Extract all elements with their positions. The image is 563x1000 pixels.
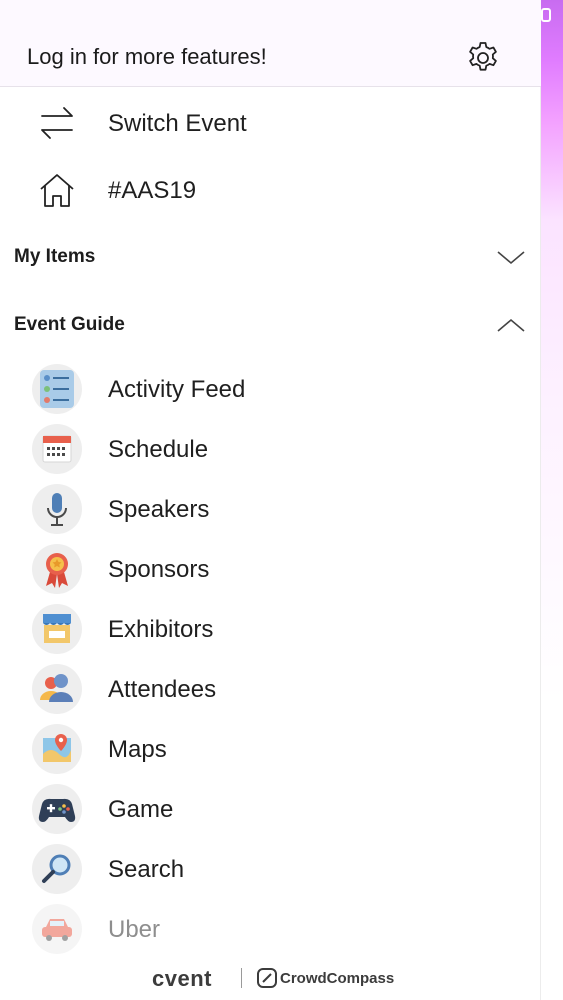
guide-item-label: Uber [108, 916, 161, 943]
crowdcompass-logo-icon [257, 968, 277, 988]
guide-item-maps[interactable]: Maps [0, 718, 541, 778]
guide-item-sponsors[interactable]: Sponsors [0, 538, 541, 598]
my-items-section-header[interactable]: My Items [0, 232, 541, 282]
navigation-drawer: Log in for more features! Switch Event #… [0, 0, 541, 1000]
guide-item-label: Sponsors [108, 556, 210, 583]
gear-icon[interactable] [465, 40, 501, 76]
magnifier-icon [32, 844, 82, 894]
guide-item-exhibitors[interactable]: Exhibitors [0, 598, 541, 658]
crowdcompass-logo: CrowdCompass [280, 970, 395, 987]
event-home-label: #AAS19 [108, 177, 197, 204]
guide-item-attendees[interactable]: Attendees [0, 658, 541, 718]
status-indicator [541, 8, 551, 22]
booth-icon [32, 604, 82, 654]
guide-item-schedule[interactable]: Schedule [0, 418, 541, 478]
guide-item-uber[interactable]: Uber [0, 898, 541, 958]
guide-item-label: Schedule [108, 436, 209, 463]
gamepad-icon [32, 784, 82, 834]
background-app-strip[interactable] [541, 0, 563, 1000]
calendar-icon [32, 424, 82, 474]
switch-event-item[interactable]: Switch Event [0, 90, 541, 154]
activity-feed-icon [32, 364, 82, 414]
chevron-up-icon [497, 318, 525, 332]
guide-item-speakers[interactable]: Speakers [0, 478, 541, 538]
guide-item-label: Game [108, 796, 174, 823]
login-prompt[interactable]: Log in for more features! [27, 44, 267, 70]
drawer-header: Log in for more features! [0, 0, 541, 87]
event-home-item[interactable]: #AAS19 [0, 157, 541, 221]
event-guide-section-header[interactable]: Event Guide [0, 300, 541, 350]
ribbon-badge-icon [32, 544, 82, 594]
guide-item-label: Activity Feed [108, 376, 246, 403]
car-icon [32, 904, 82, 954]
chevron-down-icon [497, 251, 525, 265]
event-guide-title: Event Guide [14, 314, 125, 335]
guide-item-activity-feed[interactable]: Activity Feed [0, 358, 541, 418]
switch-event-label: Switch Event [108, 110, 247, 137]
cvent-logo: cvent [152, 966, 212, 991]
guide-item-game[interactable]: Game [0, 778, 541, 838]
switch-arrows-icon [41, 107, 73, 139]
microphone-icon [32, 484, 82, 534]
home-icon [40, 174, 74, 207]
people-icon [32, 664, 82, 714]
guide-item-label: Attendees [108, 676, 217, 703]
guide-item-label: Search [108, 856, 185, 883]
guide-item-label: Speakers [108, 496, 210, 523]
guide-item-label: Exhibitors [108, 616, 214, 643]
guide-item-search[interactable]: Search [0, 838, 541, 898]
drawer-footer: cvent CrowdCompass [0, 962, 541, 994]
guide-item-label: Maps [108, 736, 167, 763]
footer-divider [241, 968, 242, 988]
my-items-title: My Items [14, 246, 96, 267]
map-icon [32, 724, 82, 774]
